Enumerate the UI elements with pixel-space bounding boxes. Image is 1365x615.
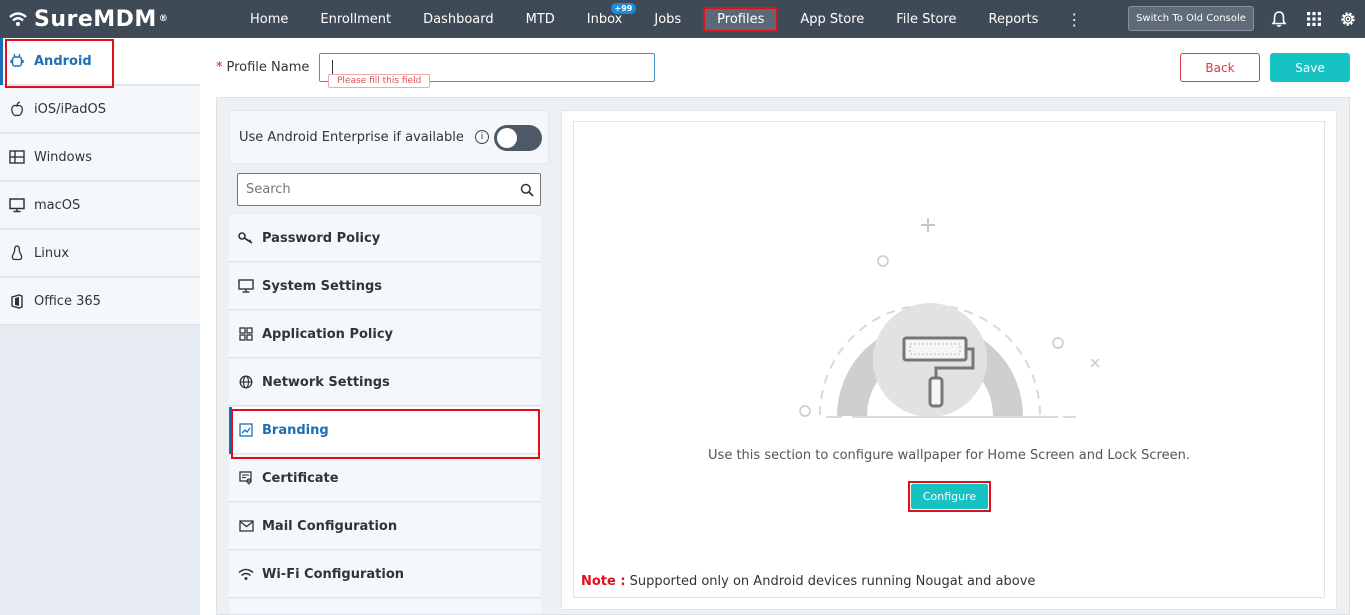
bell-icon[interactable]: [1269, 9, 1289, 29]
profile-name-label: * Profile Name: [216, 60, 310, 75]
sidebar-item-office365[interactable]: Office 365: [0, 278, 200, 325]
policy-item-label: System Settings: [262, 278, 383, 294]
nav-enrollment[interactable]: Enrollment: [304, 0, 407, 38]
apple-icon: [8, 100, 26, 118]
policy-item-partial[interactable]: [229, 599, 541, 615]
android-enterprise-label: Use Android Enterprise if available: [239, 129, 464, 145]
paint-roller-illustration: [799, 218, 1100, 418]
policy-item-wifi[interactable]: Wi-Fi Configuration: [229, 551, 541, 598]
office-icon: [8, 292, 26, 310]
android-enterprise-row: Use Android Enterprise if available i: [229, 110, 549, 164]
sidebar-item-ios[interactable]: iOS/iPadOS: [0, 86, 200, 133]
nav-app-store[interactable]: App Store: [784, 0, 880, 38]
gear-icon[interactable]: [1338, 9, 1358, 29]
android-enterprise-toggle[interactable]: [494, 125, 542, 151]
key-icon: [237, 229, 255, 247]
linux-icon: [8, 244, 26, 262]
wifi-logo-icon: [9, 12, 27, 26]
sidebar-item-macos[interactable]: macOS: [0, 182, 200, 229]
monitor-icon: [237, 277, 255, 295]
branding-description: Use this section to configure wallpaper …: [708, 448, 1190, 463]
nav-mtd[interactable]: MTD: [510, 0, 571, 38]
logo-registered-mark: ®: [158, 14, 169, 24]
policy-item-label: Password Policy: [262, 230, 381, 246]
branding-icon: [237, 421, 255, 439]
mail-icon: [237, 517, 255, 535]
logo-text: SureMDM: [34, 6, 157, 32]
sidebar-item-label: macOS: [34, 197, 81, 213]
policy-item-system-settings[interactable]: System Settings: [229, 263, 541, 310]
nav-reports[interactable]: Reports: [973, 0, 1055, 38]
policy-item-password[interactable]: Password Policy: [229, 215, 541, 262]
monitor-icon: [8, 196, 26, 214]
policy-search-input[interactable]: [237, 173, 541, 206]
top-bar: SureMDM ® Home Enrollment Dashboard MTD I…: [0, 0, 1365, 38]
search-icon[interactable]: [520, 182, 534, 201]
wifi-icon: [237, 565, 255, 583]
windows-icon: [8, 148, 26, 166]
nav-jobs[interactable]: Jobs: [638, 0, 697, 38]
sidebar-item-linux[interactable]: Linux: [0, 230, 200, 277]
search-field[interactable]: [246, 182, 506, 197]
save-button[interactable]: Save: [1270, 53, 1350, 82]
note-body: Supported only on Android devices runnin…: [629, 574, 1036, 589]
validation-tooltip: Please fill this field: [328, 74, 431, 88]
android-icon: [8, 52, 26, 70]
nav-inbox[interactable]: Inbox +99: [571, 0, 639, 38]
nav-dashboard[interactable]: Dashboard: [407, 0, 510, 38]
nav-profiles[interactable]: Profiles: [697, 0, 784, 38]
apps-icon: [237, 325, 255, 343]
policy-item-label: Wi-Fi Configuration: [262, 566, 405, 582]
sidebar-item-label: Android: [34, 53, 92, 69]
policy-item-network[interactable]: Network Settings: [229, 359, 541, 406]
main-nav: Home Enrollment Dashboard MTD Inbox +99 …: [234, 0, 1094, 38]
nav-file-store[interactable]: File Store: [880, 0, 972, 38]
policy-item-branding[interactable]: Branding: [229, 407, 541, 454]
back-button[interactable]: Back: [1180, 53, 1260, 82]
more-menu-icon[interactable]: ⋮: [1054, 10, 1094, 29]
policy-item-certificate[interactable]: Certificate: [229, 455, 541, 502]
sidebar-item-label: Windows: [34, 149, 93, 165]
policy-item-label: Certificate: [262, 470, 339, 486]
sidebar-item-label: iOS/iPadOS: [34, 101, 107, 117]
sidebar-item-label: Office 365: [34, 293, 101, 309]
logo[interactable]: SureMDM ®: [8, 7, 168, 32]
certificate-icon: [237, 469, 255, 487]
configure-button[interactable]: Configure: [911, 484, 988, 509]
required-marker: *: [216, 60, 223, 75]
policy-item-label: Application Policy: [262, 326, 393, 342]
policy-item-label: Network Settings: [262, 374, 390, 390]
info-icon[interactable]: i: [475, 130, 489, 144]
note-label: Note :: [581, 574, 626, 589]
nav-home[interactable]: Home: [234, 0, 304, 38]
policy-item-application[interactable]: Application Policy: [229, 311, 541, 358]
inbox-count-badge: +99: [610, 3, 637, 14]
globe-icon: [237, 373, 255, 391]
switch-old-console-button[interactable]: Switch To Old Console: [1128, 6, 1254, 31]
note-text: Note : Supported only on Android devices …: [581, 574, 1035, 589]
policy-item-mail[interactable]: Mail Configuration: [229, 503, 541, 550]
sidebar-item-windows[interactable]: Windows: [0, 134, 200, 181]
policy-item-label: Mail Configuration: [262, 518, 398, 534]
policy-item-label: Branding: [262, 422, 329, 438]
sidebar-item-label: Linux: [34, 245, 70, 261]
sidebar-item-android[interactable]: Android: [0, 38, 200, 85]
apps-grid-icon[interactable]: [1304, 9, 1324, 29]
